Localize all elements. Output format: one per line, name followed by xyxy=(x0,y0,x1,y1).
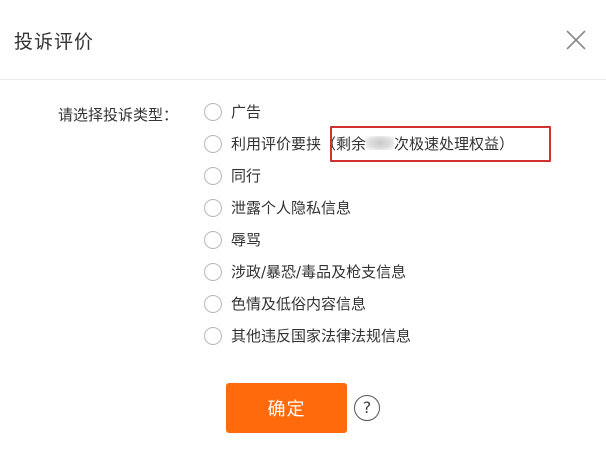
dialog-header: 投诉评价 xyxy=(0,0,606,80)
option-label: 其他违反国家法律法规信息 xyxy=(231,327,412,345)
radio-button[interactable] xyxy=(204,327,222,345)
radio-button[interactable] xyxy=(204,199,222,217)
option-ad[interactable]: 广告 xyxy=(204,101,564,125)
dialog-title: 投诉评价 xyxy=(14,31,95,53)
option-label: 涉政/暴恐/毒品及枪支信息 xyxy=(231,263,407,281)
option-label: 色情及低俗内容信息 xyxy=(231,295,367,313)
radio-button[interactable] xyxy=(204,295,222,313)
confirm-button[interactable]: 确定 xyxy=(226,383,347,433)
option-privacy-leak[interactable]: 泄露个人隐私信息 xyxy=(204,197,564,221)
radio-button[interactable] xyxy=(204,231,222,249)
option-label: 泄露个人隐私信息 xyxy=(231,199,352,217)
radio-button[interactable] xyxy=(204,263,222,281)
option-label: 广告 xyxy=(231,103,262,121)
option-competitor[interactable]: 同行 xyxy=(204,165,564,189)
radio-button[interactable] xyxy=(204,103,222,121)
radio-button[interactable] xyxy=(204,167,222,185)
option-political-violent[interactable]: 涉政/暴恐/毒品及枪支信息 xyxy=(204,261,564,285)
complaint-dialog: 投诉评价 请选择投诉类型： 广告 利用评价要挟（剩余 次极速处理权益） 同行 泄露… xyxy=(0,0,606,452)
close-icon[interactable] xyxy=(566,30,586,50)
option-pornographic[interactable]: 色情及低俗内容信息 xyxy=(204,293,564,317)
complaint-type-label: 请选择投诉类型： xyxy=(58,106,179,124)
highlight-annotation-box xyxy=(330,126,551,162)
option-other-illegal[interactable]: 其他违反国家法律法规信息 xyxy=(204,325,564,349)
option-label: 同行 xyxy=(231,167,262,185)
option-abuse[interactable]: 辱骂 xyxy=(204,229,564,253)
help-icon[interactable]: ? xyxy=(354,395,380,421)
option-label: 辱骂 xyxy=(231,231,262,249)
radio-button[interactable] xyxy=(204,135,222,153)
